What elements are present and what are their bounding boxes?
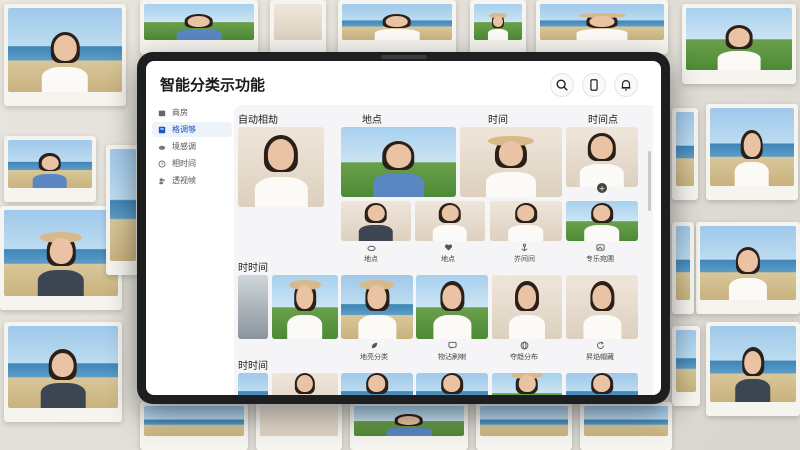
globe-icon — [520, 341, 528, 350]
caption-object: 物沾刷喇 — [438, 341, 466, 362]
leaf-icon — [371, 342, 377, 349]
search-button[interactable] — [550, 73, 574, 97]
cloud-icon — [366, 245, 376, 252]
section-label-timepoint: 时间点 — [588, 115, 618, 126]
bg-photo — [0, 206, 122, 310]
photo-tile[interactable] — [492, 373, 562, 395]
clock-icon — [158, 159, 166, 168]
bg-photo — [106, 145, 140, 275]
bg-photo — [256, 402, 342, 450]
photo-tile[interactable] — [416, 373, 488, 395]
app-title: 智能分类示功能 — [160, 76, 266, 94]
bg-photo — [672, 222, 694, 314]
bg-photo — [140, 402, 248, 450]
cloud-icon — [158, 145, 166, 150]
bg-photo — [672, 326, 700, 406]
caption-time: 岕间间 — [514, 243, 535, 264]
section-label-location: 地点 — [362, 115, 382, 126]
chat-icon — [447, 341, 457, 350]
bg-photo — [338, 0, 456, 54]
sidebar-item-time[interactable]: 相时间 — [152, 156, 232, 171]
photo-tile[interactable] — [566, 127, 638, 187]
heart-icon — [444, 244, 452, 251]
caption-timepoint: 专乐宛圃 — [586, 243, 614, 264]
top-bar: 智能分类示功能 — [146, 61, 661, 105]
sidebar-item-label: 境感调 — [172, 142, 196, 151]
app-screen: 智能分类示功能 商房 格调够 境感调 相时间 透视帧 自动相劫 地点 时间 时间… — [146, 61, 661, 395]
photo-tile[interactable] — [341, 201, 411, 241]
photo-tile[interactable] — [238, 373, 268, 395]
section-label-timeline: 时时间 — [238, 263, 268, 274]
sidebar-item-people[interactable]: 透视帧 — [152, 173, 232, 188]
caption-location-category: 地亮分类 — [360, 341, 388, 362]
bg-photo — [672, 108, 698, 200]
tablet-device: 智能分类示功能 商房 格调够 境感调 相时间 透视帧 自动相劫 地点 时间 时间… — [137, 52, 670, 404]
home-icon — [158, 110, 166, 116]
photo-tile[interactable] — [460, 127, 562, 197]
bg-photo — [706, 322, 800, 416]
bg-photo — [476, 402, 572, 450]
sidebar-item-home[interactable]: 商房 — [152, 105, 232, 120]
anchor-icon — [521, 243, 528, 252]
photo-tile[interactable] — [272, 275, 338, 339]
photo-tile[interactable] — [416, 275, 488, 339]
caption-location-2: 地点 — [441, 243, 455, 264]
caption-distribution: 夺趋分布 — [510, 341, 538, 362]
bg-photo — [140, 0, 258, 54]
section-label-auto: 自动相劫 — [238, 115, 278, 126]
sidebar-item-scene[interactable]: 境感调 — [152, 139, 232, 154]
photo-tile[interactable] — [341, 275, 413, 339]
section-label-timeline-2: 时时间 — [238, 361, 268, 372]
photo-tile[interactable] — [566, 275, 638, 339]
bg-photo — [270, 0, 326, 54]
photo-tile[interactable] — [490, 201, 562, 241]
camera-notch — [380, 55, 427, 59]
scrollbar[interactable] — [648, 151, 651, 211]
bg-photo — [4, 136, 96, 202]
photo-tile[interactable] — [341, 127, 456, 197]
sidebar: 商房 格调够 境感调 相时间 透视帧 — [152, 105, 232, 395]
bg-photo — [4, 4, 126, 106]
sidebar-item-label: 相时间 — [172, 159, 196, 168]
bg-photo — [706, 104, 798, 200]
bg-photo — [350, 402, 468, 450]
caption-collection: 昇焰帽藏 — [586, 341, 614, 362]
sidebar-item-album[interactable]: 格调够 — [152, 122, 232, 137]
bg-photo — [4, 322, 122, 422]
photo-tile[interactable] — [566, 201, 638, 241]
add-icon[interactable]: + — [597, 183, 607, 193]
main-content: 自动相劫 地点 时间 时间点 + 地点 地点 岕间间 专乐宛圃 时时间 地亮分类… — [234, 105, 653, 395]
section-label-time: 时间 — [488, 115, 508, 126]
photo-tile[interactable] — [272, 373, 338, 395]
album-icon — [158, 126, 166, 133]
photo-tile[interactable] — [341, 373, 413, 395]
bg-photo — [580, 402, 672, 450]
image-icon — [595, 244, 605, 251]
sidebar-item-label: 商房 — [172, 108, 188, 117]
photo-tile[interactable] — [566, 373, 638, 395]
device-button[interactable] — [582, 73, 606, 97]
people-icon — [159, 177, 165, 184]
caption-location: 地点 — [364, 243, 378, 264]
photo-tile[interactable] — [238, 127, 324, 207]
refresh-icon — [596, 341, 604, 349]
bg-photo — [682, 4, 796, 84]
bg-photo — [696, 222, 800, 314]
notification-button[interactable] — [614, 73, 638, 97]
photo-tile[interactable] — [492, 275, 562, 339]
sidebar-item-label: 透视帧 — [172, 176, 196, 185]
sidebar-item-label: 格调够 — [172, 125, 196, 134]
bell-icon — [621, 80, 631, 91]
photo-tile[interactable] — [415, 201, 485, 241]
search-icon — [556, 79, 568, 91]
bg-photo — [470, 0, 526, 54]
phone-icon — [590, 79, 598, 91]
bg-photo — [536, 0, 668, 54]
photo-tile[interactable] — [238, 275, 268, 339]
